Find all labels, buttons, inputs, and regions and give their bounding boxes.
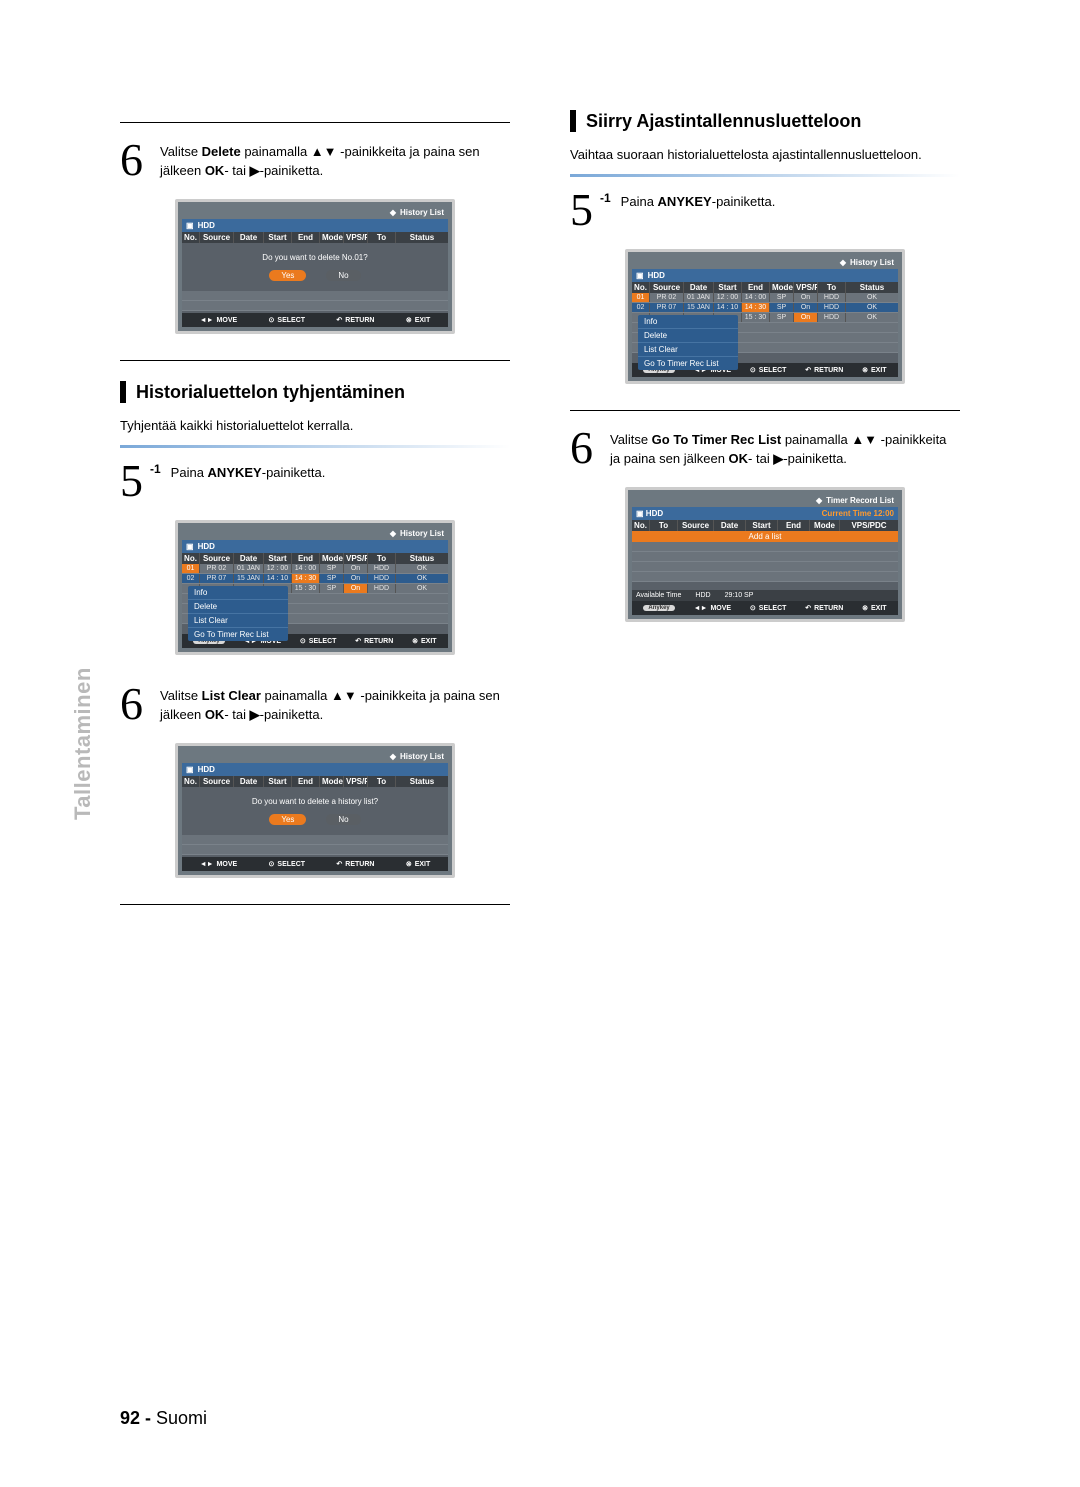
step-sub: -1 [600, 191, 611, 205]
side-section-label: Tallentaminen [70, 667, 96, 820]
return-icon: ↶ [355, 637, 361, 645]
t: ▶ [250, 163, 260, 178]
page-number: 92 - Suomi [120, 1408, 207, 1429]
left-column: 6 Valitse Delete painamalla ▲▼ -painikke… [120, 110, 510, 919]
section-clear-history: Historialuettelon tyhjentäminen [120, 381, 510, 403]
select-icon: ⊙ [300, 637, 306, 645]
step-text: Paina ANYKEY-painiketta. [621, 187, 776, 212]
exit-icon: ⊗ [862, 604, 868, 612]
step-number: 5 [120, 458, 150, 504]
dvr-context-menu-screenshot-2: ◆History List ▣HDD No.SourceDateStartEnd… [625, 249, 905, 384]
step-text: Valitse Go To Timer Rec List painamalla … [610, 425, 960, 469]
select-icon: ⊙ [269, 316, 275, 324]
context-menu[interactable]: Info Delete List Clear Go To Timer Rec L… [638, 315, 738, 370]
section-title: Siirry Ajastintallennusluetteloon [586, 111, 861, 132]
section-bar-icon [570, 110, 576, 132]
menu-delete[interactable]: Delete [638, 329, 738, 343]
available-time-row: Available Time HDD 29:10 SP [632, 590, 898, 601]
dvr-header: No.SourceDateStartEndModeVPS/PDCToStatus [182, 232, 448, 243]
menu-goto-timer[interactable]: Go To Timer Rec List [188, 628, 288, 641]
dvr-footer: ◄►MOVE ⊙SELECT ↶RETURN ⊗EXIT [182, 313, 448, 327]
t: - tai [224, 163, 249, 178]
t: Delete [202, 144, 241, 159]
add-a-list[interactable]: Add a list [632, 531, 898, 542]
menu-info[interactable]: Info [638, 315, 738, 329]
step-6-list-clear: 6 Valitse List Clear painamalla ▲▼ -pain… [120, 681, 510, 727]
yes-button[interactable]: Yes [269, 814, 306, 825]
hdd-icon: ▣ [636, 509, 644, 518]
menu-delete[interactable]: Delete [188, 600, 288, 614]
step-number: 5 [570, 187, 600, 233]
step-6-goto: 6 Valitse Go To Timer Rec List painamall… [570, 425, 960, 471]
dvr-title: History List [400, 529, 444, 538]
context-menu[interactable]: Info Delete List Clear Go To Timer Rec L… [188, 586, 288, 641]
divider [120, 122, 510, 123]
divider [570, 410, 960, 411]
exit-icon: ⊗ [406, 860, 412, 868]
menu-goto-timer[interactable]: Go To Timer Rec List [638, 357, 738, 370]
return-icon: ↶ [336, 860, 342, 868]
menu-info[interactable]: Info [188, 586, 288, 600]
anykey-pill: Anykey [643, 605, 674, 611]
return-icon: ↶ [805, 604, 811, 612]
menu-list-clear[interactable]: List Clear [638, 343, 738, 357]
step-number: 6 [570, 425, 600, 471]
diamond-icon: ◆ [840, 258, 846, 267]
diamond-icon: ◆ [390, 752, 396, 761]
move-icon: ◄► [200, 317, 214, 324]
step-text: Valitse List Clear painamalla ▲▼ -painik… [160, 681, 510, 725]
section-goto-timer: Siirry Ajastintallennusluetteloon [570, 110, 960, 132]
select-icon: ⊙ [750, 604, 756, 612]
hdd-icon: ▣ [186, 542, 194, 551]
section-bar-icon [120, 381, 126, 403]
return-icon: ↶ [336, 316, 342, 324]
t: OK [205, 163, 225, 178]
diamond-icon: ◆ [390, 529, 396, 538]
step-number: 6 [120, 681, 150, 727]
step-sub: -1 [150, 462, 161, 476]
t: -painiketta. [260, 163, 324, 178]
dvr-timer-record-screenshot: ◆Timer Record List ▣ HDD Current Time 12… [625, 487, 905, 622]
no-button[interactable]: No [326, 270, 360, 281]
return-icon: ↶ [805, 366, 811, 374]
exit-icon: ⊗ [862, 366, 868, 374]
section-intro: Vaihtaa suoraan historialuettelosta ajas… [570, 146, 960, 164]
section-intro: Tyhjentää kaikki historialuettelot kerra… [120, 417, 510, 435]
right-column: Siirry Ajastintallennusluetteloon Vaihta… [570, 110, 960, 919]
menu-list-clear[interactable]: List Clear [188, 614, 288, 628]
divider-gradient [120, 445, 510, 448]
page-columns: 6 Valitse Delete painamalla ▲▼ -painikke… [120, 110, 960, 919]
dvr-clear-screenshot: ◆History List ▣HDD No.SourceDateStartEnd… [175, 743, 455, 878]
hdd-icon: ▣ [186, 765, 194, 774]
exit-icon: ⊗ [412, 637, 418, 645]
step-5-anykey: 5 -1 Paina ANYKEY-painiketta. [120, 458, 510, 504]
select-icon: ⊙ [269, 860, 275, 868]
step-text: Valitse Delete painamalla ▲▼ -painikkeit… [160, 137, 510, 181]
yes-button[interactable]: Yes [269, 270, 306, 281]
step-5-anykey-right: 5 -1 Paina ANYKEY-painiketta. [570, 187, 960, 233]
hdd-icon: ▣ [636, 271, 644, 280]
move-icon: ◄► [200, 861, 214, 868]
hdd-label: HDD [198, 221, 215, 230]
delete-prompt: Do you want to delete No.01? [182, 243, 448, 270]
hdd-icon: ▣ [186, 221, 194, 230]
divider [120, 904, 510, 905]
step-6-delete: 6 Valitse Delete painamalla ▲▼ -painikke… [120, 137, 510, 183]
divider-gradient [570, 174, 960, 177]
divider [120, 360, 510, 361]
exit-icon: ⊗ [406, 316, 412, 324]
dvr-title: History List [400, 208, 444, 217]
diamond-icon: ◆ [816, 496, 822, 505]
clear-prompt: Do you want to delete a history list? [182, 787, 448, 814]
select-icon: ⊙ [750, 366, 756, 374]
no-button[interactable]: No [326, 814, 360, 825]
dvr-context-menu-screenshot: ◆History List ▣HDD No.SourceDateStartEnd… [175, 520, 455, 655]
step-number: 6 [120, 137, 150, 183]
t: Valitse [160, 144, 202, 159]
dvr-delete-screenshot: ◆ History List ▣ HDD No.SourceDateStartEnd… [175, 199, 455, 334]
section-title: Historialuettelon tyhjentäminen [136, 382, 405, 403]
move-icon: ◄► [694, 605, 708, 612]
diamond-icon: ◆ [390, 208, 396, 217]
step-text: Paina ANYKEY-painiketta. [171, 458, 326, 483]
